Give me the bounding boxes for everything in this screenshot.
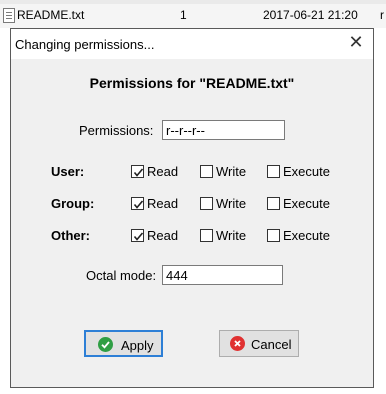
file-icon xyxy=(3,8,15,23)
file-list-row[interactable]: README.txt 1 2017-06-21 21:20 r xyxy=(0,0,386,28)
permissions-dialog: Changing permissions... ✕ Permissions fo… xyxy=(10,28,374,388)
other-row-label: Other: xyxy=(51,228,90,243)
apply-label: Apply xyxy=(121,338,154,353)
group-row-label: Group: xyxy=(51,196,95,211)
cancel-label: Cancel xyxy=(251,337,292,352)
octal-mode-label: Octal mode: xyxy=(86,268,157,283)
file-date: 2017-06-21 21:20 xyxy=(263,8,358,22)
user-execute-label: Execute xyxy=(283,164,330,179)
other-execute-checkbox[interactable] xyxy=(267,229,280,242)
group-execute-checkbox[interactable] xyxy=(267,197,280,210)
group-execute-label: Execute xyxy=(283,196,330,211)
group-read-checkbox[interactable] xyxy=(131,197,144,210)
close-icon[interactable]: ✕ xyxy=(347,33,365,51)
user-write-checkbox[interactable] xyxy=(200,165,213,178)
user-execute-checkbox[interactable] xyxy=(267,165,280,178)
user-read-checkbox[interactable] xyxy=(131,165,144,178)
user-write-label: Write xyxy=(216,164,247,179)
other-read-checkbox[interactable] xyxy=(131,229,144,242)
check-circle-icon xyxy=(98,337,113,352)
group-write-label: Write xyxy=(216,196,247,211)
x-circle-icon xyxy=(230,336,245,351)
file-name: README.txt xyxy=(17,8,85,22)
cancel-button[interactable]: Cancel xyxy=(219,330,299,357)
dialog-content: Permissions for "README.txt" Permissions… xyxy=(11,59,373,389)
check-icon xyxy=(133,200,144,209)
other-execute-label: Execute xyxy=(283,228,330,243)
other-write-label: Write xyxy=(216,228,247,243)
dialog-title: Changing permissions... xyxy=(15,37,155,52)
dialog-heading: Permissions for "README.txt" xyxy=(89,75,295,91)
user-read-label: Read xyxy=(147,164,179,179)
other-read-label: Read xyxy=(147,228,179,243)
group-read-label: Read xyxy=(147,196,179,211)
file-list-header-edge xyxy=(0,0,386,4)
file-count: 1 xyxy=(180,8,187,22)
check-icon xyxy=(133,232,144,241)
check-icon xyxy=(133,168,144,177)
other-write-checkbox[interactable] xyxy=(200,229,213,242)
group-write-checkbox[interactable] xyxy=(200,197,213,210)
dialog-titlebar[interactable]: Changing permissions... ✕ xyxy=(11,29,373,59)
octal-mode-input[interactable] xyxy=(162,265,283,285)
user-row-label: User: xyxy=(51,164,85,179)
permissions-input[interactable] xyxy=(162,120,285,140)
apply-button[interactable]: Apply xyxy=(84,330,163,357)
screen: README.txt 1 2017-06-21 21:20 r Changing… xyxy=(0,0,386,394)
permissions-label: Permissions: xyxy=(79,123,154,138)
file-attr: r xyxy=(380,8,384,22)
